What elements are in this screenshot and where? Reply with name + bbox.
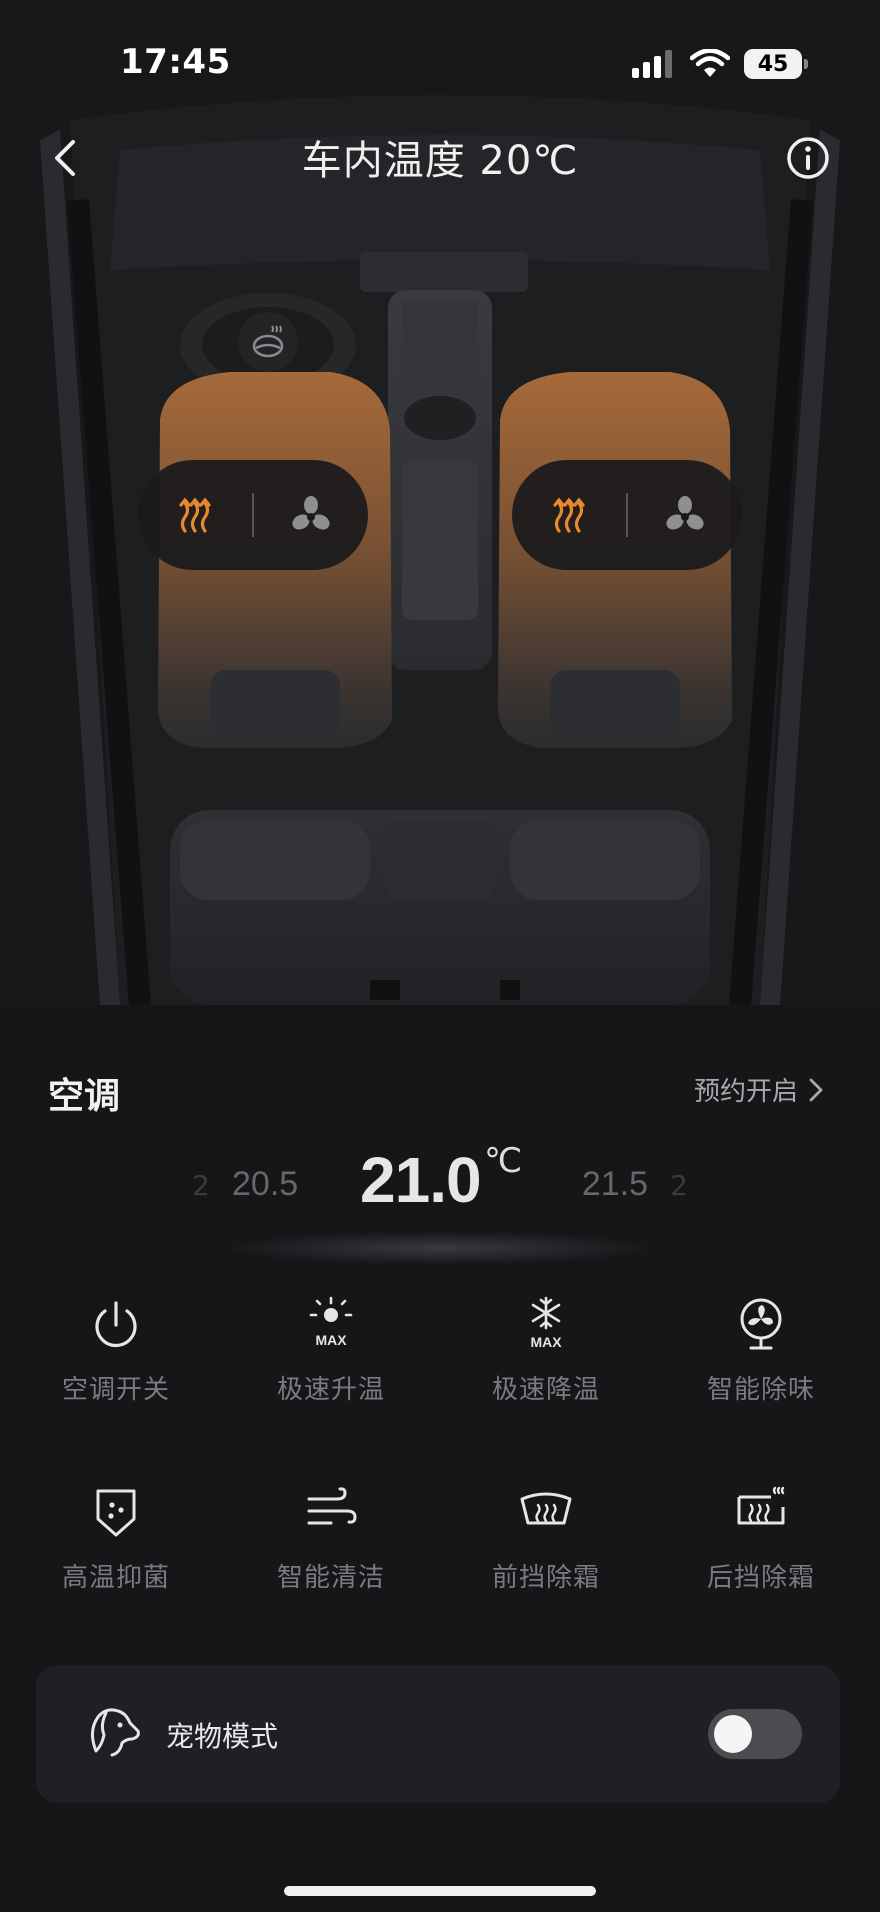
info-button[interactable]: [784, 134, 832, 182]
battery-indicator: 45: [744, 49, 808, 79]
control-label: 智能除味: [706, 1375, 815, 1405]
control-label: 极速升温: [276, 1375, 385, 1405]
sterilize-button[interactable]: 高温抑菌: [16, 1483, 216, 1623]
schedule-button[interactable]: 预约开启: [694, 1071, 824, 1108]
pet-mode-label: 宠物模式: [166, 1720, 279, 1753]
temperature-next[interactable]: 21.5: [582, 1165, 648, 1204]
left-seat-controls: [138, 460, 368, 570]
status-icons: 45: [632, 46, 808, 82]
screen: 17:45 45 车内温度 20℃ 空调 预约开启 2 20.5 21.0 ℃ …: [0, 0, 880, 1912]
info-icon: [787, 137, 829, 179]
schedule-label: 预约开启: [693, 1077, 798, 1107]
temperature-current: 21.0: [360, 1144, 482, 1216]
temperature-edge-left: 2: [192, 1169, 210, 1202]
front-defrost-button[interactable]: 前挡除霜: [446, 1483, 646, 1623]
ac-power-button[interactable]: 空调开关: [16, 1295, 216, 1435]
page-title: 车内温度 20℃: [301, 138, 579, 184]
power-icon: [95, 1301, 137, 1348]
picker-highlight: [220, 1231, 660, 1265]
seat-ventilation-icon: [292, 496, 330, 530]
toggle-knob: [714, 1715, 752, 1753]
cellular-signal-icon: [632, 50, 672, 78]
right-seat-controls: [512, 460, 742, 570]
control-label: 智能清洁: [276, 1563, 385, 1593]
wifi-icon: [690, 49, 730, 77]
rear-defrost-button[interactable]: 后挡除霜: [661, 1483, 861, 1623]
fan-icon: [740, 1298, 782, 1350]
control-label: 高温抑菌: [61, 1563, 170, 1593]
wind-clean-icon: [307, 1487, 357, 1525]
temperature-picker[interactable]: 2 20.5 21.0 ℃ 21.5 2: [180, 1135, 700, 1265]
control-label: 前挡除霜: [491, 1563, 600, 1593]
status-time: 17:45: [120, 42, 231, 82]
seat-heat-icon: [179, 497, 211, 533]
max-heat-button[interactable]: MAX 极速升温: [231, 1295, 431, 1435]
pet-mode-toggle[interactable]: [708, 1709, 802, 1759]
pet-mode-card: 宠物模式: [36, 1665, 840, 1803]
temperature-unit: ℃: [484, 1141, 523, 1181]
max-cool-icon: MAX: [530, 1296, 562, 1350]
control-label: 后挡除霜: [706, 1563, 815, 1593]
control-label: 空调开关: [61, 1375, 170, 1405]
left-seat-heat-button[interactable]: [138, 460, 252, 570]
max-heat-icon: MAX: [309, 1296, 353, 1348]
deodorize-button[interactable]: 智能除味: [661, 1295, 861, 1435]
front-defrost-icon: [520, 1492, 572, 1525]
sterilize-icon: [96, 1489, 136, 1537]
home-indicator[interactable]: [284, 1886, 596, 1896]
rear-defrost-icon: [737, 1486, 785, 1525]
seat-ventilation-icon: [666, 496, 704, 530]
climate-panel: 空调 预约开启 2 20.5 21.0 ℃ 21.5 2 空调开关 MAX 极速…: [0, 1005, 880, 1912]
right-seat-vent-button[interactable]: [628, 460, 742, 570]
left-seat-vent-button[interactable]: [254, 460, 368, 570]
section-title: 空调: [48, 1076, 121, 1117]
dog-icon: [91, 1708, 140, 1757]
temperature-previous[interactable]: 20.5: [232, 1165, 298, 1204]
smart-clean-button[interactable]: 智能清洁: [231, 1483, 431, 1623]
car-top-view: 17:45 45 车内温度 20℃: [0, 0, 880, 1005]
svg-text:MAX: MAX: [530, 1334, 562, 1350]
steering-wheel-heat-icon[interactable]: [236, 310, 300, 374]
control-label: 极速降温: [491, 1375, 600, 1405]
right-seat-heat-button[interactable]: [512, 460, 626, 570]
chevron-right-icon: [809, 1078, 823, 1101]
svg-text:MAX: MAX: [315, 1332, 347, 1348]
seat-heat-icon: [553, 497, 585, 533]
temperature-edge-right: 2: [670, 1169, 688, 1202]
max-cool-button[interactable]: MAX 极速降温: [446, 1295, 646, 1435]
